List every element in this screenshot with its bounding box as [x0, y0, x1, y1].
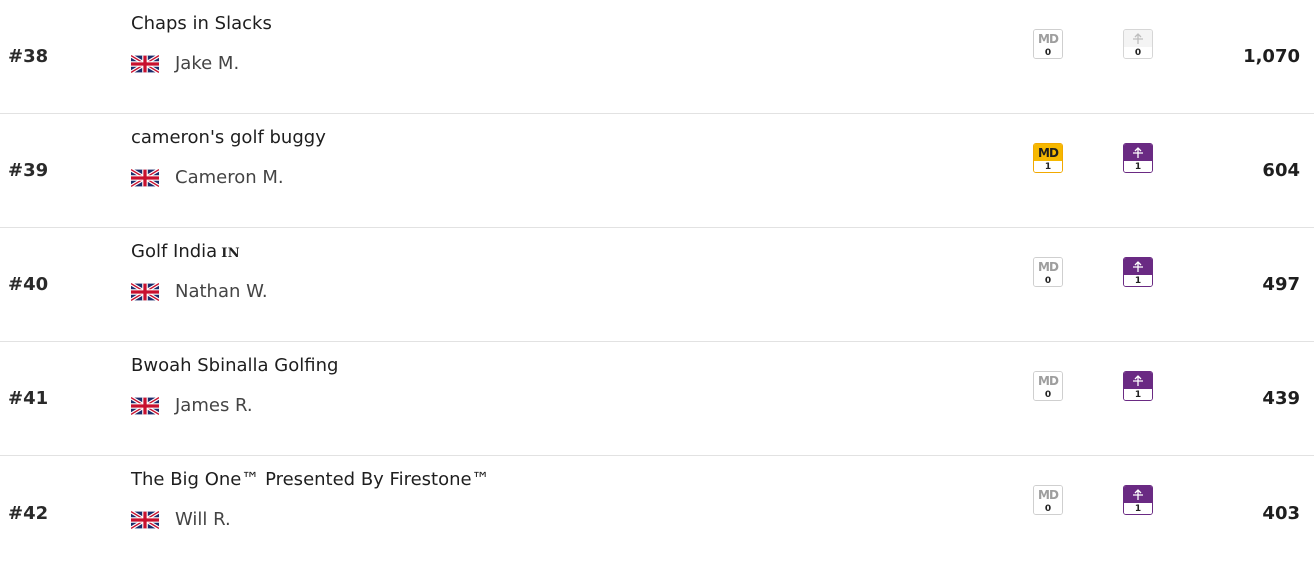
- maxdouble-chip: MD 0: [1033, 257, 1063, 287]
- leaderboard-row[interactable]: #40 Golf India IN Nathan W. MD 0 1 497: [0, 228, 1314, 342]
- maxdouble-chip-label: MD: [1034, 258, 1062, 275]
- uk-flag-icon: [131, 282, 159, 301]
- maxdouble-chip-count: 0: [1034, 503, 1062, 514]
- manager: Will R.: [131, 509, 231, 530]
- substitution-icon: [1124, 30, 1152, 47]
- maxdouble-chip-label: MD: [1034, 372, 1062, 389]
- maxdouble-chip: MD 0: [1033, 371, 1063, 401]
- uk-flag-icon: [131, 396, 159, 415]
- substitution-chip-count: 1: [1124, 503, 1152, 514]
- manager: Nathan W.: [131, 281, 268, 302]
- uk-flag-icon: [131, 510, 159, 529]
- uk-flag-icon: [131, 168, 159, 187]
- maxdouble-chip: MD 0: [1033, 485, 1063, 515]
- leaderboard-row[interactable]: #39 cameron's golf buggy Cameron M. MD 1…: [0, 114, 1314, 228]
- leaderboard-list: #38 Chaps in Slacks Jake M. MD 0 0 1,070…: [0, 0, 1314, 570]
- team-badge: IN: [221, 246, 241, 261]
- manager: James R.: [131, 395, 253, 416]
- substitution-chip-count: 0: [1124, 47, 1152, 58]
- team-name-text: cameron's golf buggy: [131, 127, 326, 148]
- maxdouble-chip-count: 0: [1034, 275, 1062, 286]
- manager: Jake M.: [131, 53, 239, 74]
- points: 403: [1262, 502, 1300, 524]
- substitution-icon: [1124, 144, 1152, 161]
- maxdouble-chip: MD 1: [1033, 143, 1063, 173]
- team-name-text: Chaps in Slacks: [131, 13, 272, 34]
- team-name-text: The Big One™ Presented By Firestone™: [131, 469, 490, 490]
- substitution-chip: 1: [1123, 485, 1153, 515]
- substitution-chip: 1: [1123, 143, 1153, 173]
- manager-name: James R.: [175, 395, 253, 416]
- team-name-text: Bwoah Sbinalla Golfing: [131, 355, 339, 376]
- substitution-chip: 0: [1123, 29, 1153, 59]
- team-name[interactable]: Bwoah Sbinalla Golfing: [131, 355, 338, 376]
- team-name[interactable]: cameron's golf buggy: [131, 127, 326, 148]
- substitution-chip-count: 1: [1124, 275, 1152, 286]
- points: 1,070: [1243, 46, 1300, 67]
- rank: #42: [8, 502, 49, 524]
- points: 604: [1262, 160, 1300, 181]
- team-name[interactable]: The Big One™ Presented By Firestone™: [131, 469, 490, 490]
- team-name[interactable]: Chaps in Slacks: [131, 13, 272, 34]
- manager-name: Jake M.: [175, 53, 240, 74]
- team-name-text: Golf India: [131, 241, 218, 262]
- substitution-chip: 1: [1123, 257, 1153, 287]
- maxdouble-chip-label: MD: [1034, 30, 1062, 47]
- points: 497: [1262, 274, 1300, 295]
- rank: #39: [8, 160, 49, 181]
- maxdouble-chip-count: 0: [1034, 47, 1062, 58]
- maxdouble-chip-count: 0: [1034, 389, 1062, 400]
- substitution-icon: [1124, 258, 1152, 275]
- uk-flag-icon: [131, 54, 159, 73]
- manager-name: Cameron M.: [175, 167, 284, 188]
- rank: #38: [8, 46, 49, 67]
- maxdouble-chip: MD 0: [1033, 29, 1063, 59]
- manager: Cameron M.: [131, 167, 284, 188]
- manager-name: Will R.: [175, 509, 231, 530]
- maxdouble-chip-label: MD: [1034, 144, 1062, 161]
- points: 439: [1262, 388, 1300, 409]
- team-name[interactable]: Golf India IN: [131, 241, 240, 262]
- substitution-chip-count: 1: [1124, 161, 1152, 172]
- maxdouble-chip-count: 1: [1034, 161, 1062, 172]
- substitution-chip-count: 1: [1124, 389, 1152, 400]
- rank: #41: [8, 388, 49, 409]
- rank: #40: [8, 274, 49, 295]
- substitution-icon: [1124, 372, 1152, 389]
- leaderboard-row[interactable]: #42 The Big One™ Presented By Firestone™…: [0, 456, 1314, 570]
- leaderboard-row[interactable]: #41 Bwoah Sbinalla Golfing James R. MD 0…: [0, 342, 1314, 456]
- substitution-chip: 1: [1123, 371, 1153, 401]
- maxdouble-chip-label: MD: [1034, 486, 1062, 503]
- manager-name: Nathan W.: [175, 281, 268, 302]
- leaderboard-row[interactable]: #38 Chaps in Slacks Jake M. MD 0 0 1,070: [0, 0, 1314, 114]
- substitution-icon: [1124, 486, 1152, 503]
